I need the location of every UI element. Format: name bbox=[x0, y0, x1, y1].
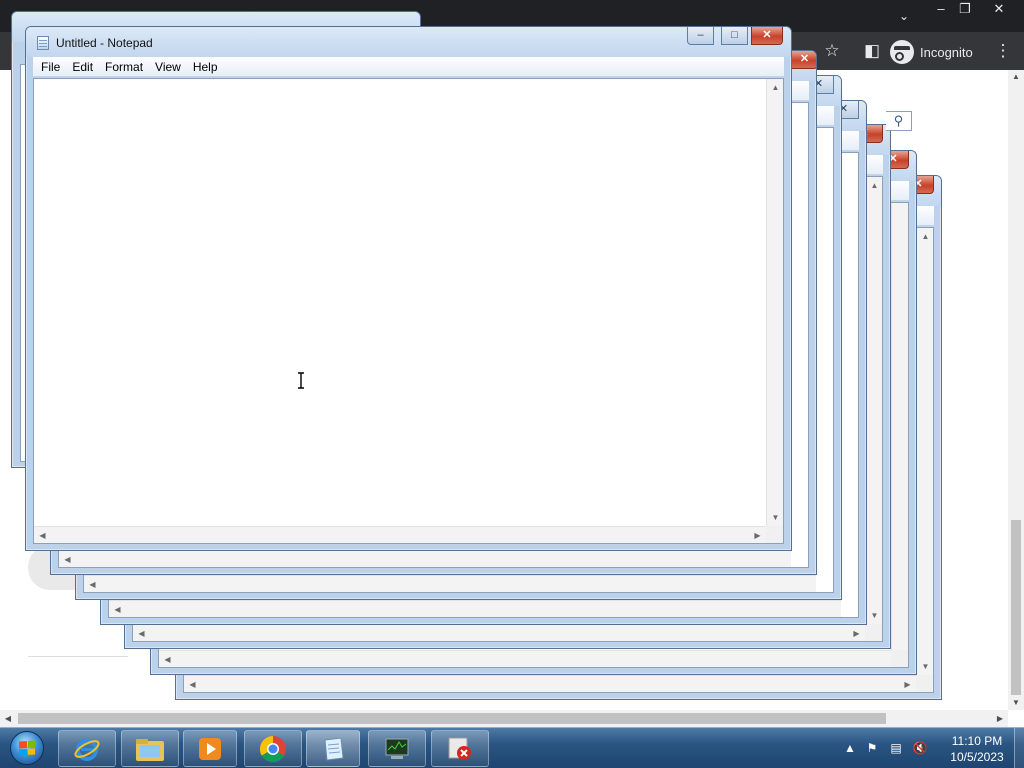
menu-help[interactable]: Help bbox=[187, 57, 224, 77]
vertical-scrollbar[interactable] bbox=[891, 203, 908, 650]
horizontal-scrollbar[interactable]: ◀ bbox=[84, 575, 816, 592]
taskbar: ▲ ⚑ ▤ 🔇 11:10 PM 10/5/2023 bbox=[0, 727, 1024, 768]
maximize-button[interactable]: □ bbox=[721, 27, 748, 45]
scroll-left-arrow-icon[interactable]: ◀ bbox=[109, 601, 126, 618]
chrome-close-button[interactable]: ✕ bbox=[984, 0, 1014, 18]
size-grip[interactable] bbox=[766, 526, 783, 543]
horizontal-scrollbar[interactable]: ◀ bbox=[159, 650, 891, 667]
scroll-right-arrow-icon[interactable]: ▶ bbox=[848, 625, 865, 642]
taskbar-internet-explorer[interactable] bbox=[58, 730, 116, 767]
scroll-left-arrow-icon[interactable]: ◀ bbox=[59, 551, 76, 568]
clock-time: 11:10 PM bbox=[951, 734, 1003, 748]
bookmark-star-icon[interactable]: ☆ bbox=[821, 40, 843, 62]
scroll-right-arrow-icon[interactable]: ▶ bbox=[749, 527, 766, 544]
size-grip[interactable] bbox=[916, 675, 933, 692]
text-cursor-icon bbox=[298, 372, 304, 389]
size-grip[interactable] bbox=[865, 624, 882, 641]
window-title: Untitled - Notepad bbox=[56, 36, 153, 50]
menu-format[interactable]: Format bbox=[99, 57, 149, 77]
side-panel-icon[interactable]: ◧ bbox=[861, 40, 883, 62]
scroll-left-arrow-icon[interactable]: ◀ bbox=[159, 651, 176, 668]
notepad-icon bbox=[37, 36, 49, 50]
scroll-left-arrow-icon[interactable]: ◀ bbox=[0, 710, 16, 727]
scroll-down-arrow-icon[interactable]: ▼ bbox=[767, 509, 784, 526]
taskbar-media-player[interactable] bbox=[183, 730, 237, 767]
scroll-up-arrow-icon[interactable]: ▲ bbox=[866, 177, 883, 194]
horizontal-scrollbar[interactable]: ◀ ▶ bbox=[133, 624, 865, 641]
task-manager-icon bbox=[385, 738, 409, 759]
notepad-text-area[interactable]: ▲ ▼ ◀ ▶ bbox=[33, 78, 784, 544]
scrollbar-thumb[interactable] bbox=[1011, 520, 1021, 695]
scroll-up-arrow-icon[interactable]: ▲ bbox=[917, 228, 934, 245]
folder-icon bbox=[136, 738, 164, 761]
incognito-indicator[interactable]: Incognito bbox=[890, 38, 973, 66]
menu-view[interactable]: View bbox=[149, 57, 187, 77]
scroll-down-arrow-icon[interactable]: ▼ bbox=[917, 658, 934, 675]
horizontal-scrollbar[interactable]: ◀ bbox=[59, 550, 791, 567]
menu-bar: File Edit Format View Help bbox=[33, 57, 784, 77]
menu-edit[interactable]: Edit bbox=[66, 57, 99, 77]
vertical-scrollbar[interactable]: ▲ ▼ bbox=[865, 177, 882, 624]
page-vertical-scrollbar[interactable]: ▲ ▼ bbox=[1008, 70, 1024, 710]
horizontal-scrollbar[interactable]: ◀ ▶ bbox=[34, 526, 766, 543]
network-icon[interactable]: ▤ bbox=[888, 740, 904, 756]
show-hidden-icons[interactable]: ▲ bbox=[842, 740, 858, 756]
horizontal-scrollbar[interactable]: ◀ ▶ bbox=[184, 675, 916, 692]
scroll-up-arrow-icon[interactable]: ▲ bbox=[767, 79, 784, 96]
scroll-down-arrow-icon[interactable]: ▼ bbox=[1008, 696, 1024, 710]
scroll-left-arrow-icon[interactable]: ◀ bbox=[84, 576, 101, 593]
scroll-left-arrow-icon[interactable]: ◀ bbox=[34, 527, 51, 544]
action-center-flag-icon[interactable]: ⚑ bbox=[864, 740, 880, 756]
volume-muted-icon[interactable]: 🔇 bbox=[912, 740, 928, 756]
taskbar-error-app[interactable] bbox=[431, 730, 489, 767]
clock[interactable]: 11:10 PM 10/5/2023 bbox=[942, 733, 1012, 765]
vertical-scrollbar[interactable]: ▲ ▼ bbox=[916, 228, 933, 675]
horizontal-scrollbar[interactable]: ◀ bbox=[109, 600, 841, 617]
clock-date: 10/5/2023 bbox=[950, 750, 1004, 764]
more-menu-icon[interactable]: ⋮ bbox=[992, 40, 1014, 62]
notepad-window[interactable]: Untitled - Notepad – □ ✕ File Edit Forma… bbox=[25, 26, 792, 551]
taskbar-task-manager[interactable] bbox=[368, 730, 426, 767]
scroll-right-arrow-icon[interactable]: ▶ bbox=[992, 710, 1008, 727]
close-button[interactable]: ✕ bbox=[751, 27, 783, 45]
media-player-icon bbox=[199, 737, 221, 760]
error-icon bbox=[448, 737, 471, 760]
scroll-up-arrow-icon[interactable]: ▲ bbox=[1008, 70, 1024, 84]
page-horizontal-scrollbar[interactable]: ◀ ▶ bbox=[0, 710, 1008, 727]
scroll-down-arrow-icon[interactable]: ▼ bbox=[866, 607, 883, 624]
scroll-left-arrow-icon[interactable]: ◀ bbox=[133, 625, 150, 642]
minimize-button[interactable]: – bbox=[687, 27, 714, 45]
internet-explorer-icon bbox=[74, 738, 100, 761]
scroll-left-arrow-icon[interactable]: ◀ bbox=[184, 676, 201, 693]
incognito-label: Incognito bbox=[920, 44, 973, 60]
start-button[interactable] bbox=[4, 729, 50, 768]
tab-search-icon[interactable]: ⌄ bbox=[894, 6, 914, 26]
page-divider bbox=[28, 656, 128, 657]
close-button[interactable]: ✕ bbox=[791, 51, 816, 69]
incognito-icon bbox=[890, 40, 914, 64]
notification-area: ▲ ⚑ ▤ 🔇 11:10 PM 10/5/2023 bbox=[842, 728, 1024, 768]
taskbar-notepad[interactable] bbox=[306, 730, 360, 767]
show-desktop-button[interactable] bbox=[1014, 728, 1024, 768]
taskbar-windows-explorer[interactable] bbox=[121, 730, 179, 767]
chrome-restore-button[interactable]: ❐ bbox=[950, 0, 980, 18]
window-titlebar[interactable]: Untitled - Notepad bbox=[26, 27, 791, 57]
menu-file[interactable]: File bbox=[35, 57, 66, 77]
windows-flag-icon bbox=[19, 740, 35, 756]
taskbar-chrome[interactable] bbox=[244, 730, 302, 767]
search-icon[interactable]: ⚲ bbox=[886, 111, 912, 131]
chrome-icon bbox=[259, 735, 286, 762]
notepad-icon bbox=[324, 736, 344, 761]
size-grip[interactable] bbox=[891, 650, 908, 667]
vertical-scrollbar[interactable]: ▲ ▼ bbox=[766, 79, 783, 526]
scroll-right-arrow-icon[interactable]: ▶ bbox=[899, 676, 916, 693]
scrollbar-thumb[interactable] bbox=[18, 713, 886, 724]
